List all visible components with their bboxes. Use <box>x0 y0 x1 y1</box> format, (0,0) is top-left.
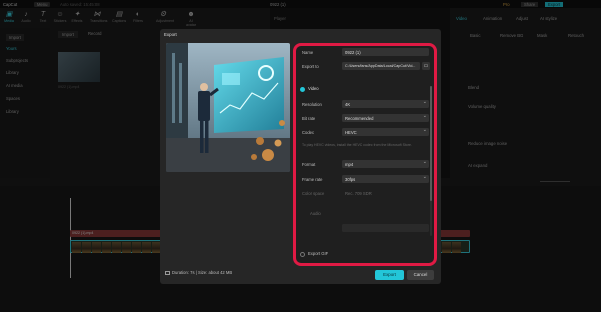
color-space-label: Color space <box>302 191 325 196</box>
export-button[interactable]: Export <box>375 270 404 280</box>
export-gif-label: Export GIF <box>308 251 329 256</box>
name-label: Name <box>302 50 314 55</box>
cancel-button[interactable]: Cancel <box>407 270 434 280</box>
folder-icon[interactable]: ▭ <box>422 62 430 70</box>
codec-select[interactable]: HEVC <box>342 128 429 136</box>
name-input[interactable]: 0922 (1) <box>342 48 429 56</box>
audio-format-select <box>342 224 429 232</box>
export-dialog: Export Duration: 7s | Size: about 42 MB <box>160 29 441 284</box>
film-icon <box>165 270 170 275</box>
settings-scrollbar-track[interactable] <box>430 86 432 236</box>
export-preview-image <box>166 43 290 172</box>
format-label: Format <box>302 162 316 167</box>
framerate-label: Frame rate <box>302 177 323 182</box>
duration-info: Duration: 7s | Size: about 42 MB <box>165 270 232 275</box>
resolution-label: Resolution <box>302 102 322 107</box>
video-checkbox[interactable] <box>300 87 305 92</box>
codec-label: Codec <box>302 130 315 135</box>
framerate-select[interactable]: 30fps <box>342 175 429 183</box>
bitrate-label: Bit rate <box>302 116 316 121</box>
resolution-select[interactable]: 4K <box>342 100 429 108</box>
bitrate-select[interactable]: Recommended <box>342 114 429 122</box>
video-section-label: Video <box>308 86 319 91</box>
export-gif-checkbox[interactable] <box>300 252 305 257</box>
dialog-title: Export <box>164 32 177 37</box>
color-space-value: Rec. 709 SDR <box>345 190 372 196</box>
hevc-hint: To play HEVC videos, install the HEVC co… <box>302 143 412 147</box>
settings-scrollbar-thumb[interactable] <box>430 86 432 201</box>
export-to-label: Export to <box>302 64 319 69</box>
export-path-input[interactable]: C:/Users/fans/AppData/Local/CapCut/Vid..… <box>342 62 420 70</box>
export-settings-panel: Name 0922 (1) Export to C:/Users/fans/Ap… <box>293 43 437 266</box>
format-select[interactable]: mp4 <box>342 160 429 168</box>
audio-section-label: Audio <box>310 211 321 216</box>
